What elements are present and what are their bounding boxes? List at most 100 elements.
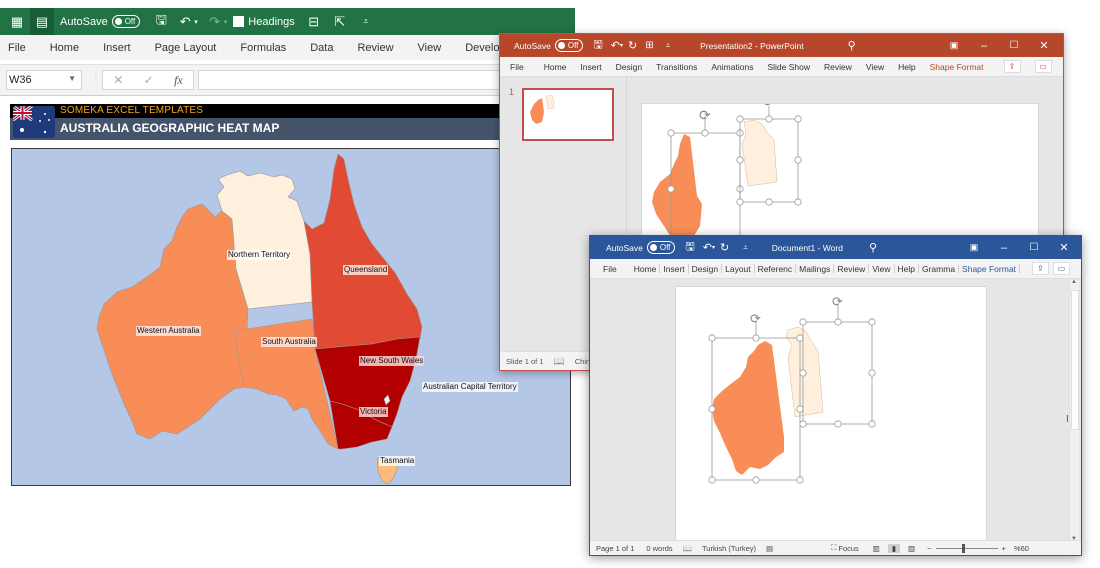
word-autosave-toggle[interactable]: Off xyxy=(646,241,676,254)
slide-thumbnail[interactable] xyxy=(522,88,614,141)
focus-icon[interactable]: ⛶ xyxy=(831,543,836,553)
tab-animations[interactable]: Animations xyxy=(711,62,753,72)
tab-shape-format[interactable]: Shape Format xyxy=(959,263,1020,274)
tab-file[interactable]: File xyxy=(8,42,26,54)
tab-insert[interactable]: Insert xyxy=(580,62,601,72)
read-mode-icon[interactable]: ▥ xyxy=(873,544,880,553)
tab-mailings[interactable]: Mailings xyxy=(796,263,835,274)
tab-review[interactable]: Review xyxy=(824,62,852,72)
share-icon[interactable]: ⇪ xyxy=(1003,60,1021,73)
zoom-slider-thumb[interactable] xyxy=(961,543,965,553)
insert-function-icon[interactable]: fx xyxy=(174,73,183,88)
zoom-in-icon[interactable]: + xyxy=(1002,544,1006,553)
word-undo-icon[interactable]: ↶ xyxy=(703,241,712,254)
focus-label[interactable]: Focus xyxy=(838,544,858,553)
maximize-icon[interactable]: ☐ xyxy=(999,40,1029,51)
ppt-redo-icon[interactable]: ↻ xyxy=(628,39,637,52)
ppt-save-icon[interactable]: 🖫 xyxy=(593,36,602,55)
ppt-language[interactable]: Chin xyxy=(575,357,590,366)
zoom-level[interactable]: %60 xyxy=(1014,544,1029,553)
tab-help[interactable]: Help xyxy=(895,263,919,274)
print-layout-icon[interactable]: ▮ xyxy=(887,543,901,553)
tab-review[interactable]: Review xyxy=(357,42,393,54)
excel-form-icon[interactable]: ▤ xyxy=(30,8,54,35)
ribbon-display-icon[interactable]: ▣ xyxy=(959,242,989,253)
nt-shape[interactable] xyxy=(741,119,778,187)
ppt-autosave-toggle[interactable]: Off xyxy=(554,39,584,52)
page-indicator[interactable]: Page 1 of 1 xyxy=(596,544,634,553)
wa-rotate-handle-icon[interactable]: ⟳ xyxy=(699,107,711,123)
tab-insert[interactable]: Insert xyxy=(103,42,131,54)
scroll-up-icon[interactable]: ▲ xyxy=(1071,279,1077,285)
word-search-icon[interactable]: ⚲ xyxy=(869,241,877,254)
ribbon-display-icon[interactable]: ▣ xyxy=(939,40,969,51)
enter-check-icon[interactable]: ✓ xyxy=(144,73,154,87)
tab-view[interactable]: View xyxy=(866,62,884,72)
tab-help[interactable]: Help xyxy=(898,62,915,72)
redo-icon[interactable]: ↷ xyxy=(206,13,224,31)
word-save-icon[interactable]: 🖫 xyxy=(685,238,694,257)
chevron-down-icon[interactable]: ▼ xyxy=(68,74,76,83)
ppt-undo-dropdown-icon[interactable]: ▾ xyxy=(620,42,623,49)
wa-rotate-handle-icon[interactable]: ⟳ xyxy=(750,311,761,326)
tab-view[interactable]: View xyxy=(869,263,895,274)
tab-transitions[interactable]: Transitions xyxy=(656,62,697,72)
cancel-icon[interactable]: ✕ xyxy=(113,73,123,87)
select-cursor-icon[interactable]: ⇱ xyxy=(331,13,349,31)
ppt-undo-icon[interactable]: ↶ xyxy=(611,39,620,52)
wa-shape[interactable] xyxy=(712,341,784,475)
wa-shape[interactable] xyxy=(652,134,702,242)
accessibility-icon[interactable]: ▤ xyxy=(766,544,773,553)
word-redo-icon[interactable]: ↻ xyxy=(720,241,729,254)
tab-view[interactable]: View xyxy=(418,42,442,54)
close-icon[interactable]: ✕ xyxy=(1049,241,1079,254)
zoom-slider[interactable] xyxy=(935,543,998,553)
redo-dropdown-icon[interactable]: ▾ xyxy=(224,18,228,26)
tab-design[interactable]: Design xyxy=(616,62,642,72)
region-western-australia[interactable] xyxy=(96,203,249,440)
name-box[interactable]: W36 ▼ xyxy=(6,70,82,90)
save-check-icon[interactable]: 🖫 xyxy=(152,12,170,31)
autosave-toggle[interactable]: Off xyxy=(111,15,141,28)
headings-checkbox[interactable] xyxy=(233,16,245,27)
region-queensland[interactable] xyxy=(303,153,423,350)
word-undo-dropdown-icon[interactable]: ▾ xyxy=(712,244,715,251)
minimize-icon[interactable]: – xyxy=(989,242,1019,254)
tab-data[interactable]: Data xyxy=(310,42,333,54)
language-indicator[interactable]: Turkish (Turkey) xyxy=(702,544,756,553)
tab-formulas[interactable]: Formulas xyxy=(240,42,286,54)
nt-rotate-handle-icon[interactable]: ⟳ xyxy=(832,294,843,309)
tab-insert[interactable]: Insert xyxy=(660,263,689,274)
tab-home[interactable]: Home xyxy=(50,42,79,54)
ppt-search-icon[interactable]: ⚲ xyxy=(848,39,856,52)
share-icon[interactable]: ⇪ xyxy=(1031,262,1049,275)
freeze-panes-icon[interactable]: ⊟ xyxy=(305,13,323,31)
tab-shape-format[interactable]: Shape Format xyxy=(930,62,984,72)
comments-icon[interactable]: ▭ xyxy=(1052,262,1070,275)
word-count[interactable]: 0 words xyxy=(646,544,672,553)
zoom-out-icon[interactable]: − xyxy=(927,544,931,553)
document-page[interactable]: ⟳ ⟳ xyxy=(675,286,987,546)
undo-dropdown-icon[interactable]: ▾ xyxy=(194,18,198,26)
ppt-spellcheck-icon[interactable]: 📖 xyxy=(554,356,565,367)
close-icon[interactable]: ✕ xyxy=(1029,39,1059,52)
comments-icon[interactable]: ▭ xyxy=(1034,60,1052,73)
tab-review[interactable]: Review xyxy=(834,263,870,274)
tab-layout[interactable]: Layout xyxy=(722,263,755,274)
vertical-scrollbar[interactable]: ▲ ▼ xyxy=(1069,279,1079,542)
tab-file[interactable]: File xyxy=(510,62,524,72)
tab-file[interactable]: File xyxy=(600,264,631,274)
tab-slide-show[interactable]: Slide Show xyxy=(767,62,810,72)
word-customize-icon[interactable]: ⩡ xyxy=(743,243,748,253)
scrollbar-thumb[interactable] xyxy=(1071,290,1079,430)
spellcheck-icon[interactable]: 📖 xyxy=(683,544,692,553)
minimize-icon[interactable]: – xyxy=(969,40,999,52)
tab-page-layout[interactable]: Page Layout xyxy=(155,42,217,54)
tab-home[interactable]: Home xyxy=(631,263,661,274)
tab-references[interactable]: Referenc xyxy=(755,263,797,274)
web-layout-icon[interactable]: ▧ xyxy=(908,544,915,553)
maximize-icon[interactable]: ☐ xyxy=(1019,242,1049,253)
customize-toolbar-icon[interactable]: ⩡ xyxy=(357,13,375,31)
excel-grid-icon[interactable]: ▦ xyxy=(8,13,26,31)
tab-design[interactable]: Design xyxy=(689,263,723,274)
